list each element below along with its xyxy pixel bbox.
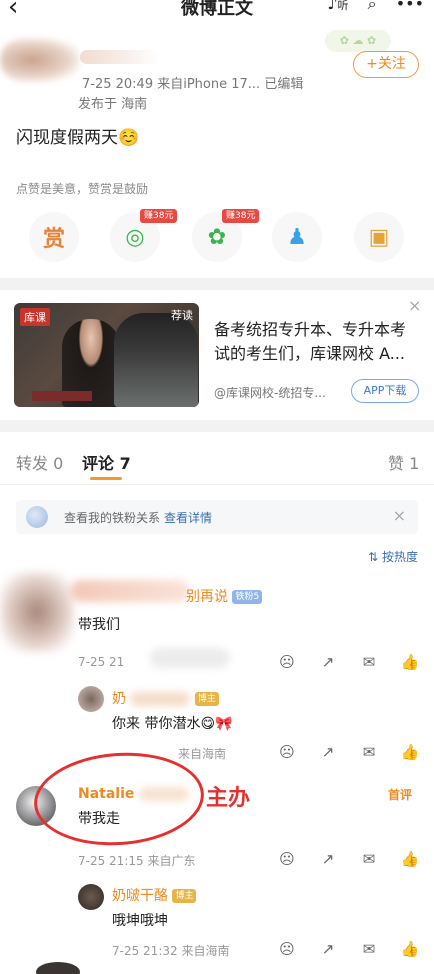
like-icon[interactable]: 👍 [400, 653, 420, 671]
post-text: 闪现度假两天☺️ [16, 128, 140, 148]
author-tag: 博主 [194, 692, 219, 706]
comment-time-blur [150, 648, 230, 668]
top-icons: ♪听 ⌕ ••• [313, 0, 424, 14]
author-tag: 博主 [172, 889, 197, 903]
host-annotation: 主办 [206, 786, 251, 811]
search-icon[interactable]: ⌕ [368, 0, 377, 13]
listen-icon[interactable]: ♪听 [327, 0, 348, 13]
save-image-icon: ▣ [368, 224, 390, 250]
comment-name-blur [70, 580, 190, 602]
sort-button[interactable]: ⇅ 按热度 [368, 548, 418, 565]
comment-text: 带我们 [78, 617, 120, 633]
red-circle-annotation [30, 747, 208, 851]
author-avatar[interactable] [0, 38, 80, 82]
comment-tools: ☹ ↗ ✉ 👍 [256, 652, 420, 671]
fans-text: 查看我的铁粉关系 [64, 511, 161, 525]
avatar[interactable] [78, 686, 104, 712]
reply-author[interactable]: 奶啵干酪 博主 [112, 885, 197, 905]
wechat-icon: ◎ [125, 224, 145, 250]
more-icon[interactable]: ••• [396, 0, 424, 13]
reply-icon[interactable]: ✉ [359, 850, 379, 868]
avatar[interactable] [36, 962, 80, 974]
ad-person [114, 313, 198, 407]
sort-icon: ⇅ [368, 550, 382, 564]
like-icon[interactable]: 👍 [400, 940, 420, 958]
comment-tools: ☹ ↗ ✉ 👍 [256, 849, 420, 868]
repost-icon[interactable]: ↗ [318, 850, 338, 868]
reward-tip: 点赞是美意，赞赏是鼓励 [16, 182, 149, 196]
reply-icon[interactable]: ✉ [359, 653, 379, 671]
moments-icon: ✿ [207, 224, 227, 250]
reply-time: 7-25 21:32 来自海南 [112, 944, 230, 958]
ad-logo: 库课 [20, 308, 50, 326]
author-name[interactable] [80, 50, 160, 64]
first-comment-badge: 首评 [388, 788, 413, 802]
ad-image[interactable]: 库课 荐读 [14, 303, 199, 407]
wechat-badge: 赚38元 [140, 209, 178, 223]
dislike-icon[interactable]: ☹ [277, 850, 297, 868]
app-download-button[interactable]: APP下载 [351, 379, 419, 403]
tab-like[interactable]: 赞 1 [388, 450, 419, 474]
avatar[interactable] [0, 572, 74, 652]
reply-icon[interactable]: ✉ [359, 940, 379, 958]
post-location: 发布于 海南 [78, 97, 148, 112]
post-meta: 7-25 20:49 来自iPhone 17... 已编辑 [82, 77, 304, 92]
ad-source[interactable]: @库课网校-统招专... [214, 384, 326, 401]
avatar[interactable] [78, 884, 104, 910]
dislike-icon[interactable]: ☹ [277, 940, 297, 958]
reward-button[interactable]: 赏 [29, 212, 79, 262]
comment-time: 7-25 21:15 来自广东 [78, 854, 196, 868]
section-divider [0, 278, 434, 290]
reply-text: 你来 带你潜水😋🎀 [112, 716, 233, 732]
comment-time: 7-25 21 [78, 655, 125, 669]
reply-tools: ☹ ↗ ✉ 👍 [256, 742, 420, 761]
share-qq-button[interactable]: ♟ [272, 212, 322, 262]
tab-indicator [90, 477, 122, 480]
qq-icon: ♟ [287, 224, 307, 250]
fans-close-icon[interactable]: × [393, 506, 406, 525]
reply-text: 哦坤哦坤 [112, 913, 168, 929]
save-image-button[interactable]: ▣ [354, 212, 404, 262]
dislike-icon[interactable]: ☹ [277, 653, 297, 671]
fans-relation-bar[interactable]: 查看我的铁粉关系 查看详情 × [16, 500, 418, 534]
fans-icon [26, 506, 48, 528]
reply-tools: ☹ ↗ ✉ 👍 [256, 939, 420, 958]
like-icon[interactable]: 👍 [400, 743, 420, 761]
ad-tag: 荐读 [171, 309, 193, 322]
section-divider [0, 420, 434, 432]
ad-close-icon[interactable]: × [408, 296, 421, 315]
follow-button[interactable]: +关注 [353, 51, 419, 78]
tabs-divider [0, 484, 434, 485]
repost-icon[interactable]: ↗ [318, 743, 338, 761]
repost-icon[interactable]: ↗ [318, 940, 338, 958]
fans-detail-link[interactable]: 查看详情 [164, 511, 212, 525]
reply-author[interactable]: 奶 博主 [112, 688, 219, 708]
repost-icon[interactable]: ↗ [318, 653, 338, 671]
moments-badge: 赚38元 [222, 209, 260, 223]
card-decoration: ✿ ☁ ✿ [325, 30, 391, 52]
ad-desk [32, 391, 92, 401]
like-icon[interactable]: 👍 [400, 850, 420, 868]
reply-icon[interactable]: ✉ [359, 743, 379, 761]
reply-time: 来自海南 [178, 747, 227, 761]
dislike-icon[interactable]: ☹ [277, 743, 297, 761]
ad-title[interactable]: 备考统招专升本、专升本考试的考生们，库课网校 A... [214, 318, 420, 366]
tab-comment[interactable]: 评论 7 [82, 450, 131, 474]
fan-tag: 铁粉5 [232, 590, 263, 604]
tab-repost[interactable]: 转发 0 [16, 450, 63, 474]
comment-author[interactable]: 别再说 铁粉5 [186, 586, 263, 606]
